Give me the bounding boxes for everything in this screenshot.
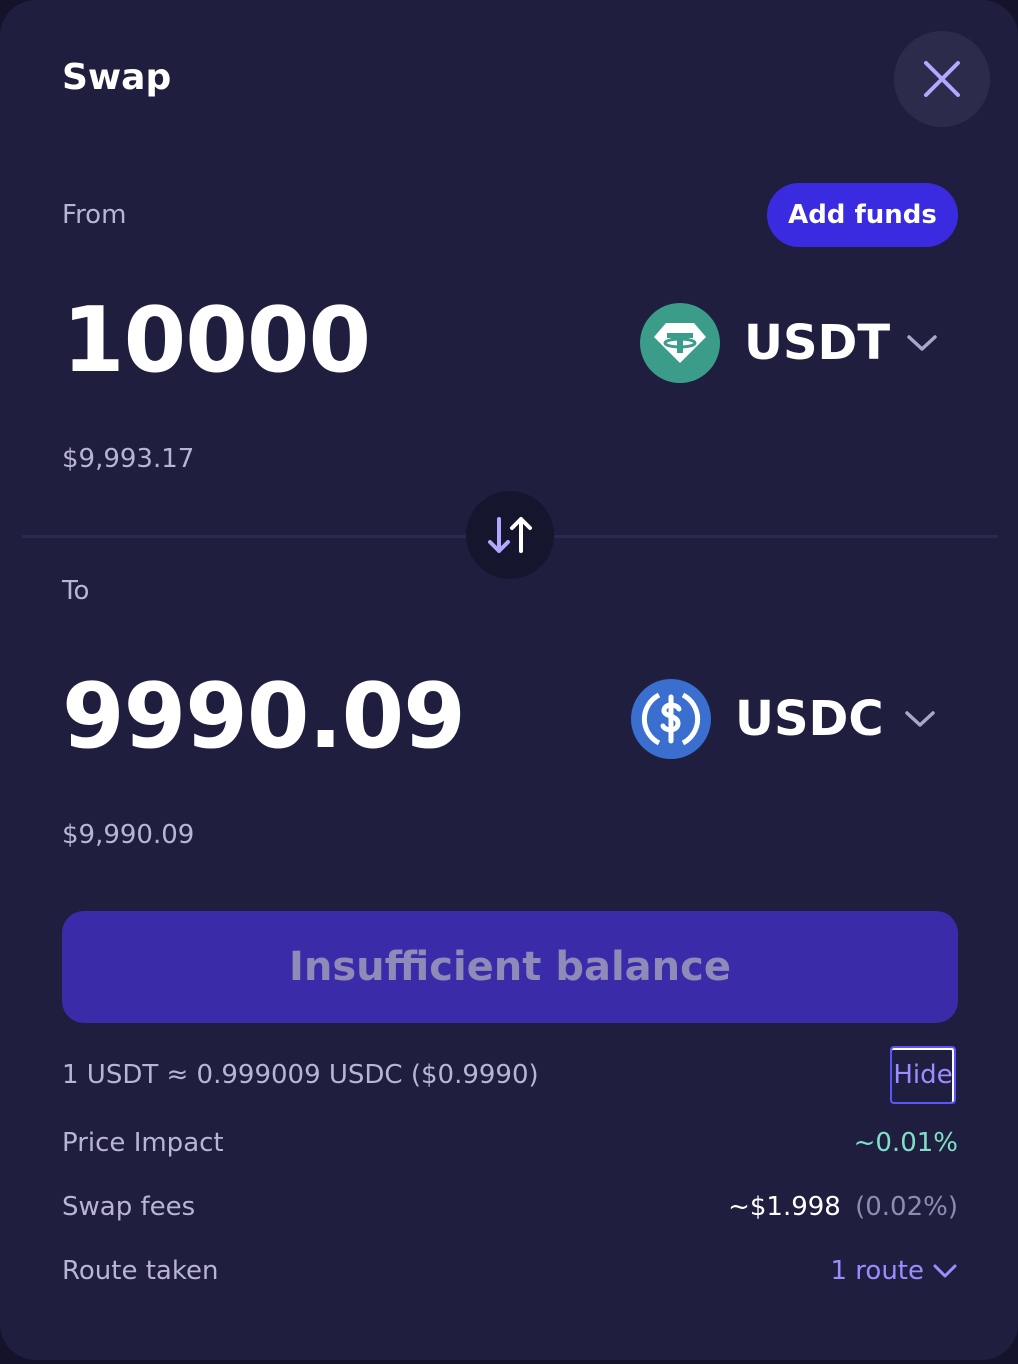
to-usd-value: $9,990.09 [62,820,195,850]
chevron-down-icon [932,1262,958,1280]
swap-direction-button[interactable] [466,491,554,579]
from-token-selector[interactable]: USDT [640,303,938,383]
swap-fees-amount: ~$1.998 [728,1192,841,1222]
usd-coin-icon [631,679,711,759]
close-button[interactable] [894,31,990,127]
swap-fees-value: ~$1.998 (0.02%) [728,1190,958,1224]
swap-fees-label: Swap fees [62,1192,196,1222]
tether-icon [640,303,720,383]
route-dropdown[interactable]: 1 route [830,1254,958,1288]
to-label: To [62,576,90,606]
route-value: 1 route [830,1256,924,1286]
route-taken-label: Route taken [62,1256,219,1286]
from-amount-input[interactable]: 10000 [62,291,371,391]
chevron-down-icon [906,333,938,353]
price-impact-label: Price Impact [62,1128,224,1158]
from-label: From [62,200,127,230]
close-icon [924,61,960,97]
hide-details-button[interactable]: Hide [890,1046,956,1104]
add-funds-button[interactable]: Add funds [767,183,958,247]
swap-arrows-icon [488,517,532,553]
from-usd-value: $9,993.17 [62,444,195,474]
exchange-rate: 1 USDT ≈ 0.999009 USDC ($0.9990) [62,1060,539,1090]
chevron-down-icon [904,709,936,729]
modal-title: Swap [62,57,172,98]
to-amount: 9990.09 [62,664,466,769]
to-token-symbol: USDC [735,691,884,747]
from-token-symbol: USDT [744,315,891,371]
swap-modal: Swap From Add funds 10000 USDT $9,993.17 [0,0,1018,1360]
insufficient-balance-button[interactable]: Insufficient balance [62,911,958,1023]
swap-fees-percent: (0.02%) [855,1192,958,1222]
price-impact-value: ~0.01% [853,1128,958,1158]
to-token-selector[interactable]: USDC [631,679,936,759]
